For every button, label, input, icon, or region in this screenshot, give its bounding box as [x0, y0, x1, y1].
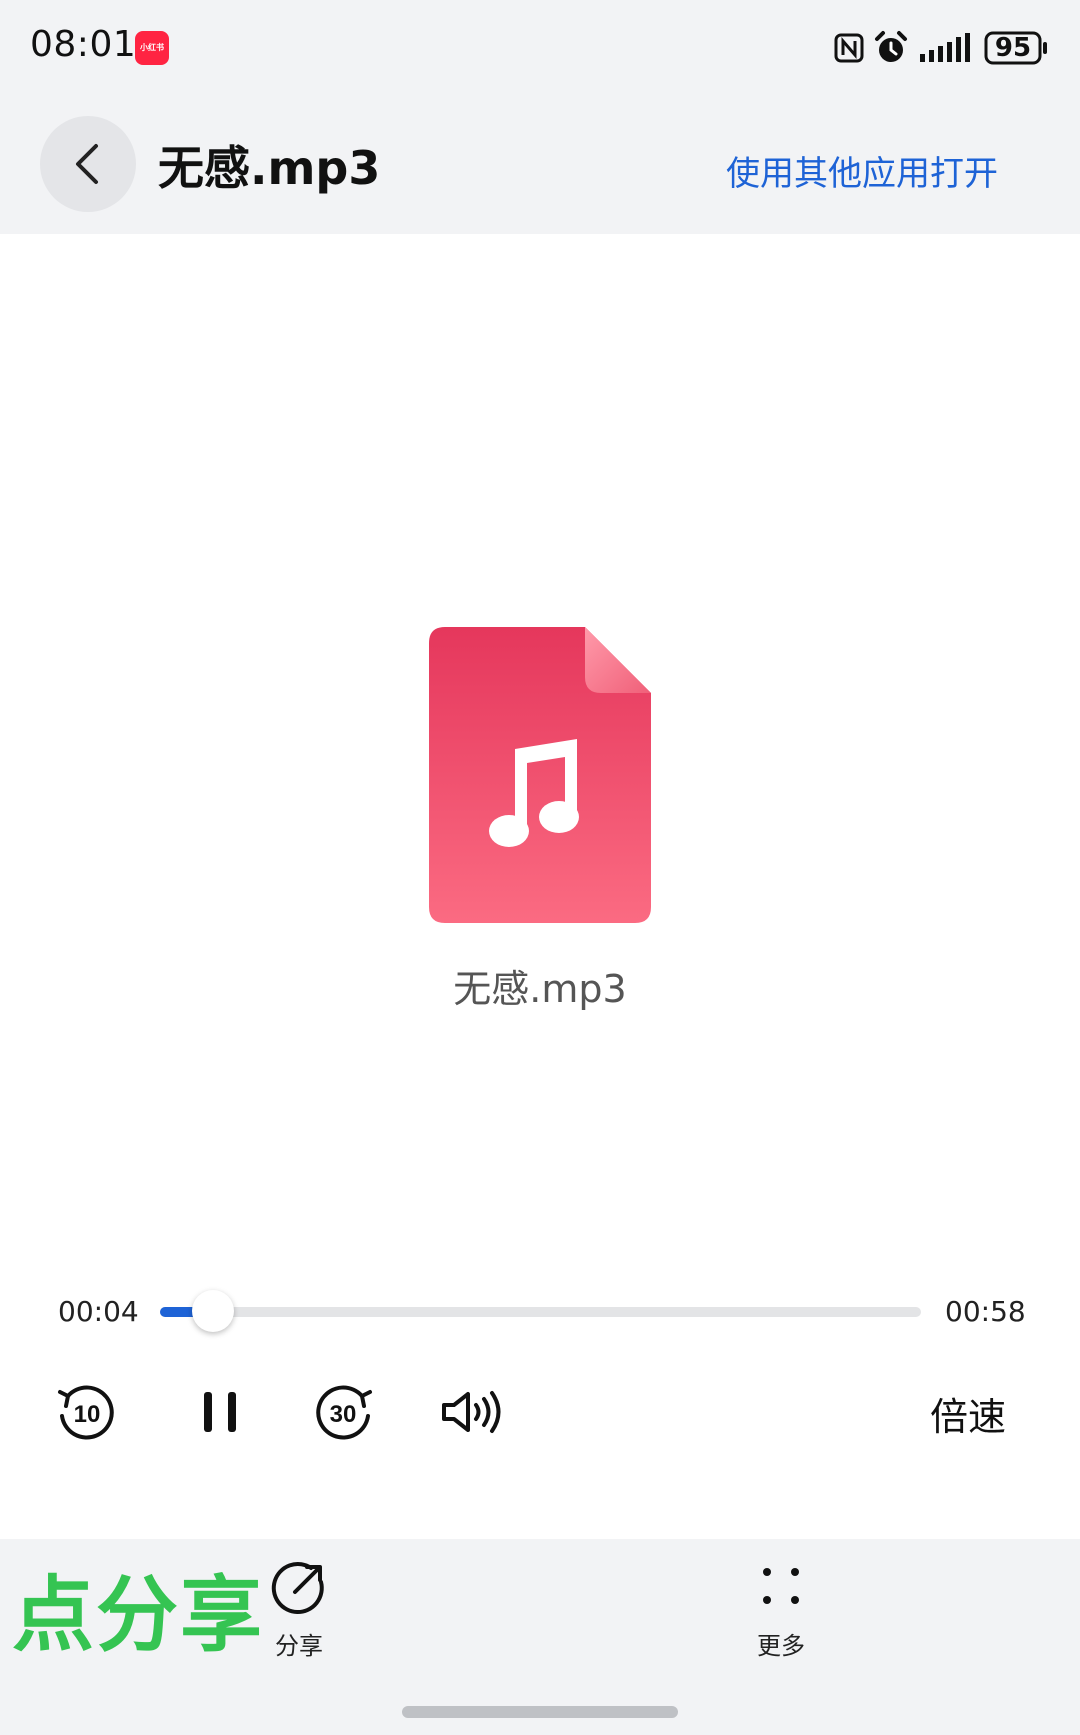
status-time: 08:01	[30, 24, 137, 65]
pause-icon	[204, 1392, 236, 1432]
forward-30-icon: 30	[316, 1385, 372, 1440]
home-indicator[interactable]	[402, 1706, 678, 1718]
chevron-left-icon	[76, 144, 98, 184]
battery-icon: 95	[984, 31, 1048, 65]
forward-30-button[interactable]: 30	[314, 1382, 374, 1442]
total-time: 00:58	[945, 1295, 1026, 1328]
volume-icon	[442, 1391, 501, 1433]
share-hint-overlay: 点分享	[12, 1568, 265, 1663]
share-button[interactable]: 分享	[262, 1558, 336, 1660]
progress-slider[interactable]	[160, 1290, 921, 1332]
rewind-seconds-label: 10	[74, 1401, 101, 1428]
forward-seconds-label: 30	[330, 1401, 357, 1428]
page-title: 无感.mp3	[158, 141, 381, 195]
rewind-10-icon: 10	[58, 1385, 114, 1440]
music-file-icon	[429, 627, 651, 923]
playback-speed-button[interactable]: 倍速	[930, 1386, 1006, 1441]
xiaohongshu-badge-icon: 小红书	[135, 31, 169, 65]
volume-button[interactable]	[440, 1382, 504, 1442]
share-label: 分享	[275, 1632, 323, 1660]
rewind-10-button[interactable]: 10	[56, 1382, 116, 1442]
progress-thumb[interactable]	[191, 1290, 234, 1332]
share-icon	[271, 1562, 324, 1615]
file-name: 无感.mp3	[453, 967, 627, 1011]
signal-icon	[920, 33, 970, 62]
elapsed-time: 00:04	[58, 1295, 139, 1328]
more-button[interactable]: 更多	[744, 1560, 818, 1660]
battery-level: 95	[994, 33, 1032, 63]
alarm-icon	[875, 31, 907, 62]
more-dots-icon	[763, 1568, 799, 1604]
nfc-icon	[834, 33, 864, 63]
more-label: 更多	[757, 1632, 805, 1660]
open-with-other-app-button[interactable]: 使用其他应用打开	[726, 146, 998, 195]
pause-button[interactable]	[190, 1382, 250, 1442]
back-button[interactable]	[40, 116, 136, 212]
